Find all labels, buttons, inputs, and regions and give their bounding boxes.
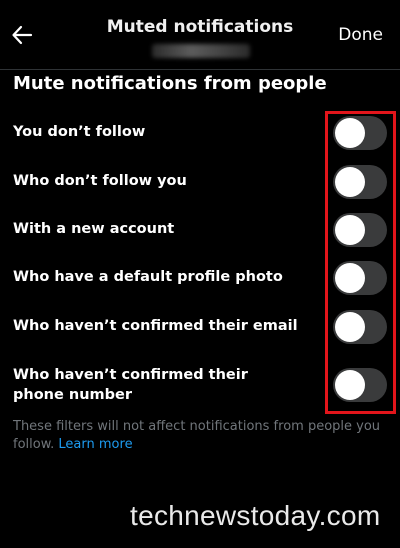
filter-label-default-photo: Who have a default profile photo <box>13 269 283 285</box>
footnote: These filters will not affect notificati… <box>13 418 385 454</box>
filter-label-unconfirmed-email: Who haven’t confirmed their email <box>13 318 298 334</box>
section-title: Mute notifications from people <box>13 73 327 94</box>
header-bar: Muted notifications Done <box>0 0 400 70</box>
watermark-logo: technewstoday.com <box>130 500 381 531</box>
highlight-annotation <box>325 111 396 414</box>
done-button[interactable]: Done <box>338 25 383 45</box>
filter-label-not-following: You don’t follow <box>13 124 146 140</box>
filter-label-unconfirmed-phone: Who haven’t confirmed their phone number <box>13 367 248 403</box>
filter-label-new-account: With a new account <box>13 221 175 237</box>
learn-more-link[interactable]: Learn more <box>58 437 132 452</box>
blurred-username <box>152 44 250 58</box>
filter-label-not-following-you: Who don’t follow you <box>13 173 187 189</box>
